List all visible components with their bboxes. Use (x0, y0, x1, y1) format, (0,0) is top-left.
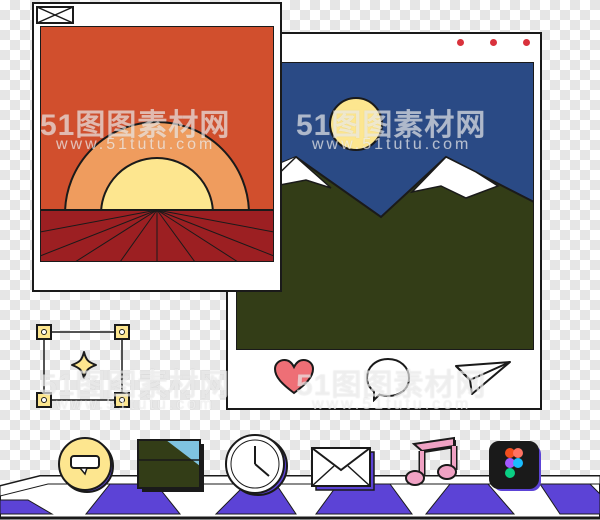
comment-icon[interactable] (364, 356, 412, 402)
clock-app-icon[interactable] (222, 432, 290, 498)
mail-app-icon[interactable] (310, 446, 376, 492)
gallery-app-icon[interactable] (136, 438, 206, 494)
sparkle-icon (71, 351, 97, 379)
music-app-icon[interactable] (402, 436, 464, 492)
x-box-icon[interactable] (36, 6, 74, 24)
sunset-photo-card (32, 2, 282, 292)
selection-box[interactable] (34, 322, 132, 412)
send-icon[interactable] (454, 360, 512, 396)
window-dot-1[interactable] (457, 39, 464, 46)
sunset-scene-image (40, 26, 274, 262)
window-dot-2[interactable] (490, 39, 497, 46)
heart-icon[interactable] (272, 358, 316, 396)
moon-shape (329, 97, 383, 151)
window-dot-3[interactable] (523, 39, 530, 46)
figma-app-icon[interactable] (488, 440, 544, 494)
chat-app-icon[interactable] (54, 436, 120, 494)
